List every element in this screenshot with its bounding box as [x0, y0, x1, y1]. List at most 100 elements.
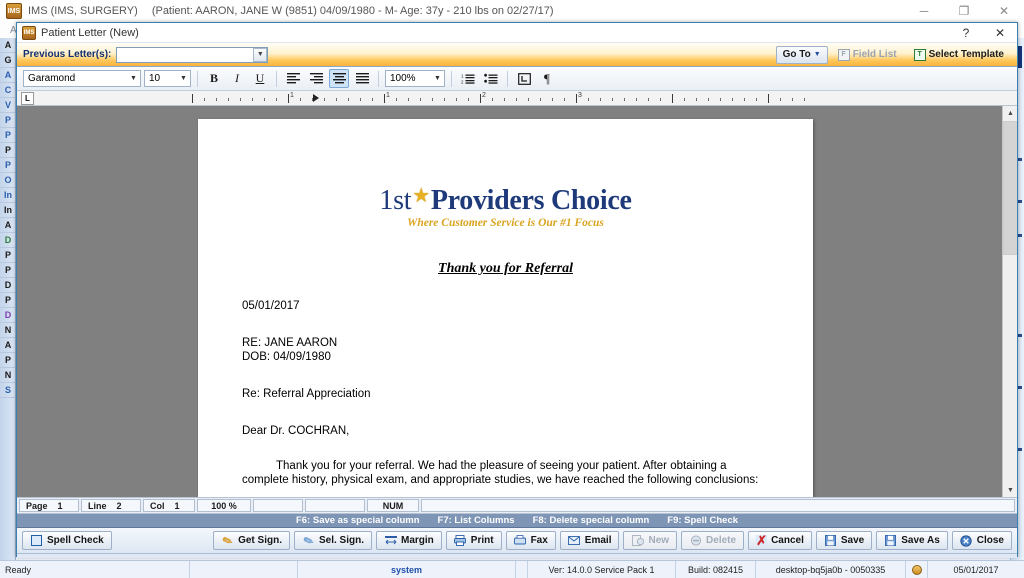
rail-item-22[interactable]: N [0, 368, 15, 383]
dialog-close-icon[interactable]: ✕ [983, 23, 1017, 43]
indent-marker-icon[interactable] [313, 94, 319, 102]
ruler-number: 3 [578, 92, 582, 99]
sel-sign-button[interactable]: ✎ Sel. Sign. [293, 531, 372, 550]
ruler-minor-tick [624, 98, 625, 101]
new-button[interactable]: New [623, 531, 678, 550]
print-button[interactable]: Print [445, 531, 502, 550]
margin-button[interactable]: Margin [376, 531, 442, 550]
go-to-button[interactable]: Go To ▼ [775, 45, 828, 64]
zoom-select[interactable]: 100% ▼ [385, 70, 445, 87]
align-center-button[interactable] [329, 69, 349, 88]
chevron-down-icon[interactable]: ▼ [127, 71, 140, 86]
letter-body[interactable]: 05/01/2017 RE: JANE AARON DOB: 04/09/198… [242, 299, 769, 497]
zoom-value: 100% [390, 73, 416, 84]
rail-item-18[interactable]: D [0, 308, 15, 323]
ruler-minor-tick [636, 98, 637, 101]
font-family-select[interactable]: Garamond ▼ [23, 70, 141, 87]
font-size-select[interactable]: 10 ▼ [144, 70, 191, 87]
rail-item-0[interactable]: A [0, 38, 15, 53]
ruler-minor-tick [588, 98, 589, 101]
underline-button[interactable]: U [250, 69, 270, 88]
select-template-label: Select Template [928, 49, 1004, 60]
rail-item-17[interactable]: P [0, 293, 15, 308]
patient-letter-dialog: IMS Patient Letter (New) ? ✕ Previous Le… [16, 22, 1018, 558]
rail-item-23[interactable]: S [0, 383, 15, 398]
chevron-down-icon[interactable]: ▼ [177, 71, 190, 86]
ruler-major-tick [288, 94, 289, 103]
align-right-button[interactable] [306, 69, 326, 88]
ruler-minor-tick [456, 98, 457, 101]
chevron-down-icon[interactable]: ▼ [253, 47, 268, 62]
previous-letters-select[interactable]: ▼ [116, 46, 269, 63]
rail-item-5[interactable]: P [0, 113, 15, 128]
sel-sign-label: Sel. Sign. [318, 535, 364, 546]
rail-item-7[interactable]: P [0, 143, 15, 158]
document-ruler[interactable]: L 1 1 2 3 [17, 91, 1017, 106]
rail-item-3[interactable]: C [0, 83, 15, 98]
rail-item-19[interactable]: N [0, 323, 15, 338]
ruler-major-tick [576, 94, 577, 103]
dialog-action-bar: Spell Check ✎ Get Sign. ✎ Sel. Sign. Mar… [17, 528, 1017, 554]
tab-stop-selector-icon[interactable]: L [21, 91, 34, 105]
field-list-button[interactable]: F Field List [831, 46, 904, 64]
previous-letters-label: Previous Letter(s): [23, 49, 112, 60]
insert-field-button[interactable] [514, 69, 534, 88]
scroll-up-arrow-icon[interactable]: ▲ [1003, 106, 1017, 121]
rail-item-8[interactable]: P [0, 158, 15, 173]
rail-item-9[interactable]: O [0, 173, 15, 188]
select-template-button[interactable]: T Select Template [907, 46, 1011, 64]
rail-item-14[interactable]: P [0, 248, 15, 263]
rail-item-10[interactable]: In [0, 188, 15, 203]
show-formatting-marks-button[interactable]: ¶ [537, 69, 557, 88]
dialog-titlebar: IMS Patient Letter (New) ? ✕ [17, 23, 1017, 43]
bulleted-list-button[interactable] [481, 69, 501, 88]
rail-item-20[interactable]: A [0, 338, 15, 353]
rail-item-4[interactable]: V [0, 98, 15, 113]
minimize-icon[interactable]: ─ [904, 0, 944, 22]
email-button[interactable]: Email [559, 531, 620, 550]
close-button[interactable]: Close [951, 531, 1012, 550]
document-canvas[interactable]: 1st ★ Providers Choice Where Customer Se… [17, 106, 1017, 498]
numbered-list-button[interactable]: 12 [458, 69, 478, 88]
delete-label: Delete [706, 535, 737, 546]
fax-button[interactable]: Fax [505, 531, 556, 550]
rail-item-6[interactable]: P [0, 128, 15, 143]
new-icon [631, 534, 644, 547]
scroll-down-arrow-icon[interactable]: ▼ [1003, 483, 1017, 497]
close-icon[interactable]: ✕ [984, 0, 1024, 22]
help-icon[interactable]: ? [949, 23, 983, 43]
rail-item-16[interactable]: D [0, 278, 15, 293]
letter-page[interactable]: 1st ★ Providers Choice Where Customer Se… [198, 119, 813, 497]
chevron-down-icon[interactable]: ▼ [431, 71, 444, 86]
fkey-f8: F8: Delete special column [532, 515, 650, 526]
rail-item-2[interactable]: A [0, 68, 15, 83]
cancel-button[interactable]: ✗ Cancel [748, 531, 812, 550]
bold-button[interactable]: B [204, 69, 224, 88]
document-vertical-scrollbar[interactable]: ▲ ▼ [1002, 106, 1017, 497]
letter-salutation: Dear Dr. COCHRAN, [242, 424, 350, 437]
status-slot-2 [305, 499, 365, 512]
left-navigation-rail[interactable]: A G A C V P P P P O In In A D P P D P D N A P N S [0, 38, 16, 560]
save-button[interactable]: Save [815, 531, 873, 550]
align-justify-button[interactable] [352, 69, 372, 88]
letter-dob: DOB: 04/09/1980 [242, 351, 331, 364]
rail-item-13[interactable]: D [0, 233, 15, 248]
spell-check-button[interactable]: Spell Check [22, 531, 112, 550]
save-as-button[interactable]: Save As [876, 531, 948, 550]
rail-item-21[interactable]: P [0, 353, 15, 368]
logo-text-second: Providers Choice [430, 185, 632, 216]
align-left-button[interactable] [283, 69, 303, 88]
italic-button[interactable]: I [227, 69, 247, 88]
rail-item-15[interactable]: P [0, 263, 15, 278]
delete-button[interactable]: Delete [681, 531, 745, 550]
rail-item-1[interactable]: G [0, 53, 15, 68]
page-label: Page [26, 500, 48, 511]
rail-item-11[interactable]: In [0, 203, 15, 218]
scrollbar-thumb[interactable] [1003, 121, 1017, 255]
dialog-footer-pad [17, 554, 1017, 558]
chevron-down-icon: ▼ [813, 51, 821, 58]
maximize-icon[interactable]: ❐ [944, 0, 984, 22]
get-sign-button[interactable]: ✎ Get Sign. [213, 531, 290, 550]
rail-item-12[interactable]: A [0, 218, 15, 233]
function-key-hint-bar: F6: Save as special column F7: List Colu… [17, 514, 1017, 528]
